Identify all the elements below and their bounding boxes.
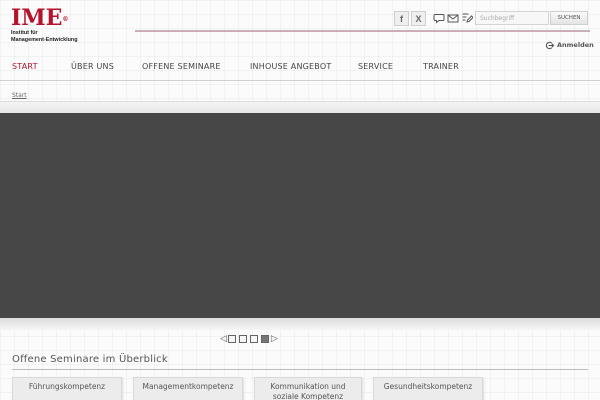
login-label: Anmelden [557, 40, 594, 49]
seminar-card-management[interactable]: Managementkompetenz [133, 377, 243, 400]
card-label: Gesundheitskompetenz [383, 382, 473, 391]
nav-item-trainer[interactable]: TRAINER [423, 62, 459, 71]
header-divider-accent [135, 31, 590, 32]
breadcrumb[interactable]: Start [12, 92, 27, 99]
logo-line-2: Management-Entwicklung [11, 36, 78, 43]
facebook-icon[interactable]: f [394, 11, 409, 26]
search-input[interactable] [475, 11, 549, 25]
login-arrow-icon [545, 35, 555, 54]
edit-icon[interactable] [461, 12, 473, 24]
nav-item-inhouse-angebot[interactable]: INHOUSE ANGEBOT [250, 62, 331, 71]
slider-dot-4[interactable] [261, 335, 270, 343]
mail-icon[interactable] [447, 12, 459, 24]
nav-item-ueber-uns[interactable]: ÜBER UNS [71, 62, 114, 71]
slider-top-strip [0, 101, 600, 113]
search-button[interactable]: SUCHEN [550, 11, 588, 25]
overview-divider [12, 369, 588, 370]
slider-prev-icon[interactable]: ◁ [220, 334, 227, 344]
seminar-card-gesundheit[interactable]: Gesundheitskompetenz [373, 377, 483, 400]
logo[interactable]: IME® Institut für Management-Entwicklung [11, 6, 91, 43]
card-label: Managementkompetenz [142, 382, 234, 391]
chat-icon[interactable] [433, 12, 445, 24]
card-label: Führungskompetenz [28, 382, 106, 391]
slider-controls: ◁ ▷ [220, 334, 278, 344]
slider-dot-3[interactable] [250, 335, 259, 343]
logo-mark: IME® [11, 5, 69, 31]
overview-title: Offene Seminare im Überblick [12, 354, 168, 365]
nav-divider [0, 80, 600, 81]
slider-shadow [0, 318, 600, 330]
nav-item-service[interactable]: SERVICE [358, 62, 393, 71]
slider-dot-2[interactable] [239, 335, 248, 343]
seminar-card-fuehrung[interactable]: Führungskompetenz [12, 377, 122, 400]
main-navigation: START ÜBER UNS OFFENE SEMINARE INHOUSE A… [0, 58, 600, 80]
xing-icon[interactable]: X [411, 11, 426, 26]
slider-dot-1[interactable] [228, 335, 237, 343]
nav-item-offene-seminare[interactable]: OFFENE SEMINARE [142, 62, 221, 71]
nav-item-start[interactable]: START [12, 62, 38, 71]
slider-next-icon[interactable]: ▷ [271, 334, 278, 344]
login-link[interactable]: Anmelden [545, 35, 594, 54]
image-slider[interactable] [0, 113, 600, 318]
card-label: Kommunikation und [270, 382, 346, 391]
seminar-card-kommunikation[interactable]: Kommunikation und soziale Kompetenz [254, 377, 362, 400]
card-label-2: soziale Kompetenz [272, 392, 344, 400]
